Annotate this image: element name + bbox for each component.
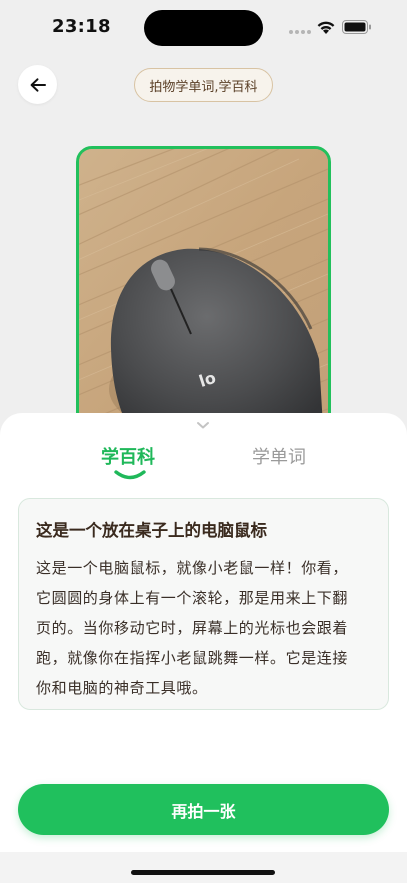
dynamic-island (144, 10, 263, 46)
bottom-safe-area (0, 852, 407, 883)
status-time: 23:18 (52, 16, 111, 37)
tab-danci[interactable]: 学单词 (252, 443, 306, 469)
status-bar: 23:18 (0, 0, 407, 56)
card-line: 页的。当你移动它时，屏幕上的光标也会跟着 (36, 619, 349, 637)
card-line: 跑，就像你在指挥小老鼠跳舞一样。它是连接 (36, 649, 349, 667)
page-title: 拍物学单词,学百科 (134, 68, 273, 102)
back-button[interactable] (18, 65, 57, 104)
home-indicator[interactable] (131, 870, 275, 875)
tab-baike[interactable]: 学百科 (101, 443, 155, 469)
card-body: 这是一个电脑鼠标，就像小老鼠一样！你看， 它圆圆的身体上有一个滚轮，那是用来上下… (36, 553, 372, 703)
battery-icon (342, 20, 371, 34)
card-title: 这是一个放在桌子上的电脑鼠标 (36, 521, 267, 540)
tab-active-indicator (114, 470, 146, 480)
card-line: 它圆圆的身体上有一个滚轮，那是用来上下翻 (36, 589, 349, 607)
chevron-down-icon[interactable] (194, 419, 212, 431)
signal-icon (289, 30, 311, 34)
wifi-icon (317, 21, 335, 34)
arrow-left-icon (30, 77, 46, 92)
card-line: 你和电脑的神奇工具哦。 (36, 679, 208, 697)
captured-photo: lo (76, 146, 331, 446)
encyclopedia-card: 这是一个放在桌子上的电脑鼠标 这是一个电脑鼠标，就像小老鼠一样！你看， 它圆圆的… (18, 498, 389, 710)
retake-photo-button[interactable]: 再拍一张 (18, 784, 389, 835)
card-line: 这是一个电脑鼠标，就像小老鼠一样！你看， (36, 559, 349, 577)
result-sheet: 学百科 学单词 这是一个放在桌子上的电脑鼠标 这是一个电脑鼠标，就像小老鼠一样！… (0, 413, 407, 883)
